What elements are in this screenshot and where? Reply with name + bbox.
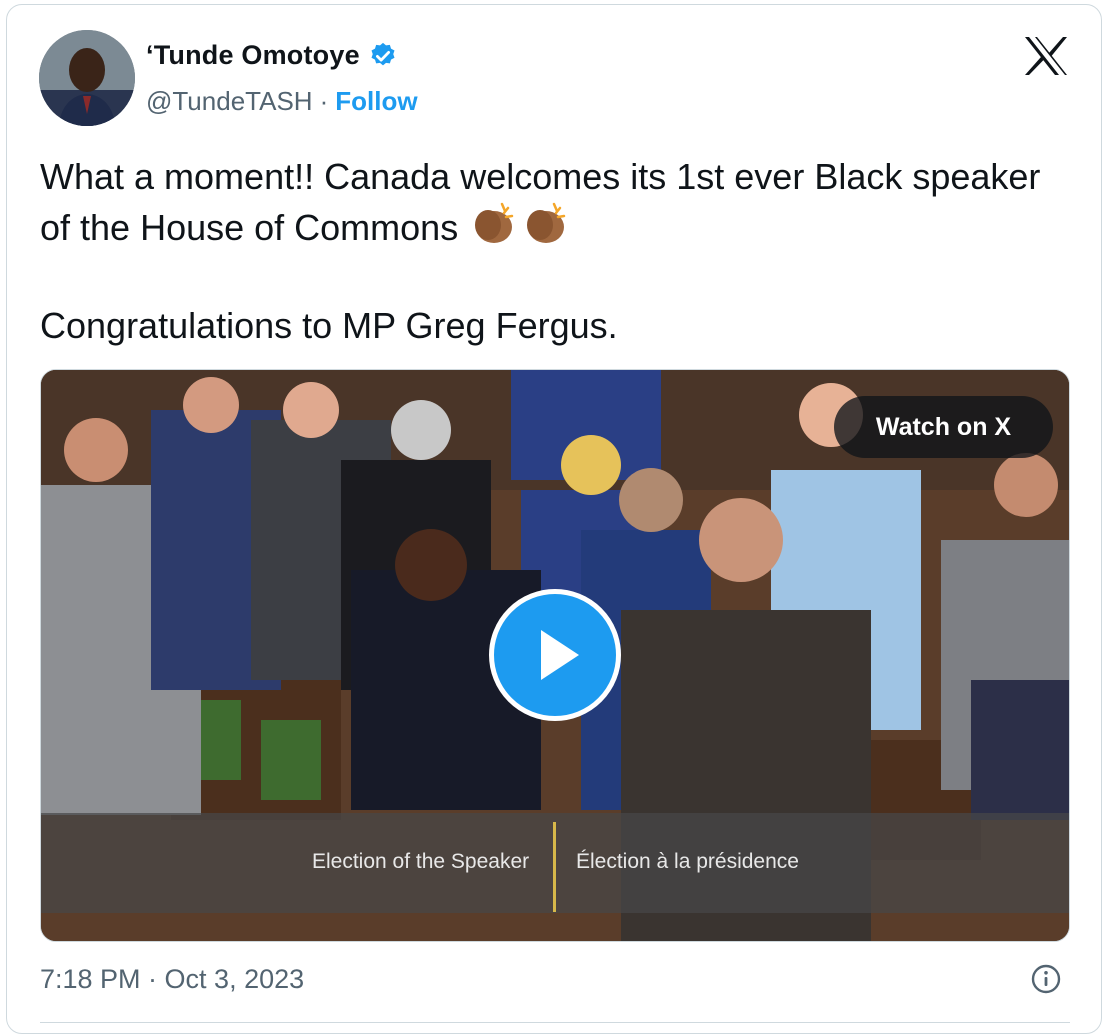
watch-on-x-label: Watch on X	[875, 412, 1012, 441]
play-button[interactable]	[489, 589, 621, 721]
tweet-paragraph-1: What a moment!! Canada welcomes its 1st …	[40, 154, 1070, 251]
follow-button[interactable]: Follow	[335, 86, 417, 117]
avatar[interactable]	[39, 30, 135, 126]
play-icon	[541, 630, 579, 680]
caption-english: Election of the Speaker	[312, 850, 530, 873]
tweet-timestamp[interactable]: 7:18 PM · Oct 3, 2023	[40, 964, 304, 995]
author-handle-row: @TundeTASH · Follow	[146, 86, 418, 117]
tweet-paragraph-2: Congratulations to MP Greg Fergus.	[40, 305, 618, 346]
clap-icon	[475, 202, 514, 243]
clapping-hands-emoji	[468, 200, 570, 246]
caption-french: Élection à la présidence	[576, 850, 799, 873]
author-handle[interactable]: @TundeTASH	[146, 86, 313, 117]
tweet-text: What a moment!! Canada welcomes its 1st …	[40, 154, 1070, 349]
author-name[interactable]: ‘Tunde Omotoye	[146, 40, 360, 71]
x-logo-icon[interactable]	[1023, 35, 1069, 77]
info-icon[interactable]	[1030, 963, 1062, 995]
caption-divider	[553, 822, 556, 912]
watch-on-x-button[interactable]: Watch on X	[834, 396, 1053, 458]
clap-icon	[527, 202, 566, 243]
avatar-image	[39, 30, 135, 126]
separator-dot: ·	[319, 86, 329, 116]
footer-divider	[40, 1022, 1070, 1023]
author-name-row: ‘Tunde Omotoye	[146, 40, 398, 71]
verified-badge-icon	[371, 42, 395, 65]
